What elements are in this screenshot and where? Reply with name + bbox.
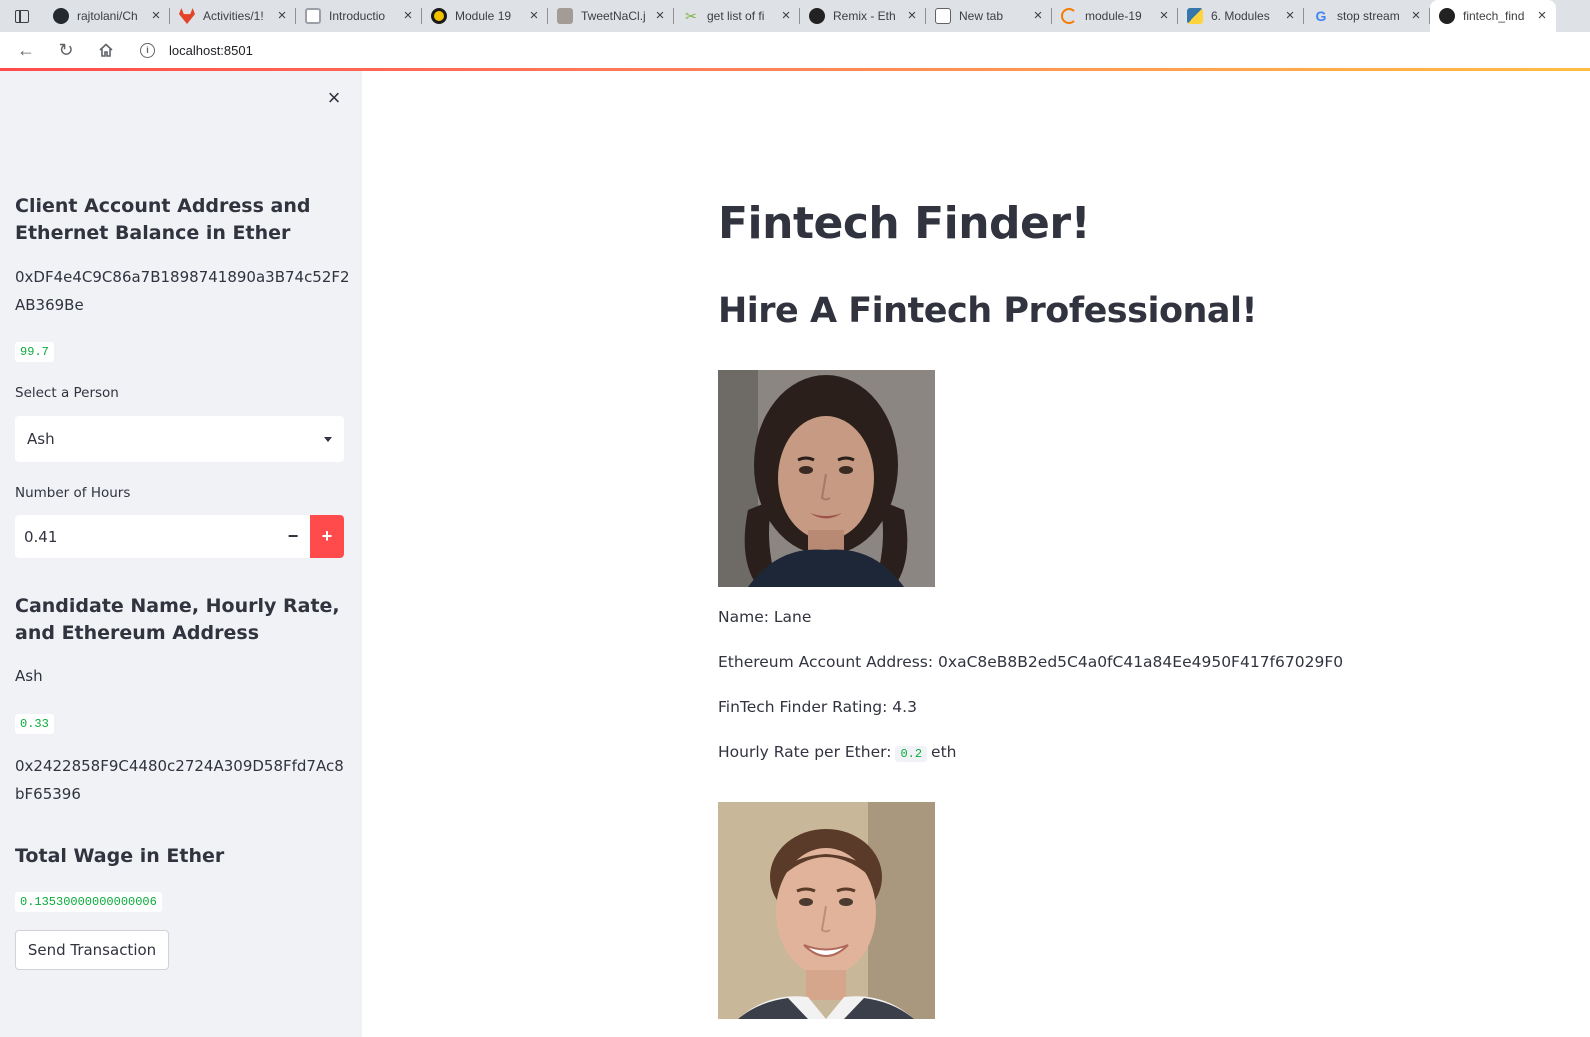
browser-tab[interactable]: ✂ get list of fi × bbox=[674, 0, 800, 32]
increment-button[interactable]: + bbox=[310, 515, 344, 558]
tab-title: Introductio bbox=[329, 9, 386, 23]
hours-input[interactable]: 0.41 bbox=[15, 515, 276, 558]
candidate-name-line: Name: Lane bbox=[718, 608, 812, 626]
tab-close-icon[interactable]: × bbox=[1534, 8, 1550, 24]
address-bar[interactable]: i localhost:8501 bbox=[134, 36, 1570, 64]
candidate-photo-image bbox=[718, 370, 935, 587]
tab-title: rajtolani/Ch bbox=[77, 9, 138, 23]
page-title: Fintech Finder! bbox=[718, 198, 1091, 249]
candidate-photo bbox=[718, 370, 935, 587]
tab-close-icon[interactable]: × bbox=[148, 8, 164, 24]
back-button[interactable]: ← bbox=[12, 36, 40, 64]
candidate-heading: Candidate Name, Hourly Rate, and Ethereu… bbox=[15, 595, 340, 644]
candidate-photo bbox=[718, 802, 935, 1019]
candidate-name: Ash bbox=[15, 667, 43, 685]
browser-tab[interactable]: G stop stream × bbox=[1304, 0, 1430, 32]
browser-tab[interactable]: Module 19 × bbox=[422, 0, 548, 32]
decrement-button[interactable]: − bbox=[276, 515, 310, 558]
remix-icon bbox=[809, 8, 825, 24]
browser-tab-active[interactable]: fintech_find × bbox=[1430, 0, 1556, 32]
reload-button[interactable]: ↻ bbox=[52, 36, 80, 64]
client-balance: 99.7 bbox=[15, 342, 54, 362]
main-content: Fintech Finder! Hire A Fintech Professio… bbox=[362, 71, 1590, 1037]
google-icon: G bbox=[1315, 8, 1327, 24]
candidate-address: 0x2422858F9C4480c2724A309D58Ffd7Ac8bF653… bbox=[15, 757, 344, 803]
rate-value: 0.2 bbox=[895, 746, 928, 762]
tab-title: module-19 bbox=[1085, 9, 1142, 23]
tab-close-icon[interactable]: × bbox=[778, 8, 794, 24]
browser-tab[interactable]: Activities/1! × bbox=[170, 0, 296, 32]
select-person-dropdown[interactable]: Ash bbox=[15, 416, 344, 462]
rate-suffix: eth bbox=[931, 743, 957, 761]
tab-title: fintech_find bbox=[1463, 9, 1525, 23]
image-icon bbox=[557, 8, 573, 24]
home-button[interactable] bbox=[92, 36, 120, 64]
total-wage-heading: Total Wage in Ether bbox=[15, 845, 225, 867]
tab-search-button[interactable] bbox=[0, 0, 44, 32]
select-person-value: Ash bbox=[27, 430, 55, 448]
select-person-label: Select a Person bbox=[15, 385, 119, 401]
sidebar: × Client Account Address and Ethernet Ba… bbox=[0, 71, 362, 1037]
tab-close-icon[interactable]: × bbox=[400, 8, 416, 24]
tab-title: 6. Modules bbox=[1211, 9, 1270, 23]
arrow-left-icon: ← bbox=[17, 39, 35, 60]
tab-close-icon[interactable]: × bbox=[1282, 8, 1298, 24]
gitlab-icon bbox=[179, 8, 195, 24]
candidate-rating-line: FinTech Finder Rating: 4.3 bbox=[718, 698, 917, 716]
total-wage-value: 0.13530000000000006 bbox=[15, 892, 162, 912]
home-icon bbox=[99, 43, 113, 57]
browser-tab[interactable]: module-19 × bbox=[1052, 0, 1178, 32]
reload-icon: ↻ bbox=[58, 39, 74, 60]
candidate-rate-line: Hourly Rate per Ether: 0.2 eth bbox=[718, 743, 957, 762]
tab-close-icon[interactable]: × bbox=[1156, 8, 1172, 24]
tab-title: stop stream bbox=[1337, 9, 1400, 23]
tab-close-icon[interactable]: × bbox=[1030, 8, 1046, 24]
loading-icon bbox=[1061, 8, 1077, 24]
page-subtitle: Hire A Fintech Professional! bbox=[718, 291, 1258, 331]
site-info-icon[interactable]: i bbox=[140, 42, 155, 58]
url-text: localhost:8501 bbox=[169, 42, 253, 58]
tab-title: Activities/1! bbox=[203, 9, 264, 23]
document-icon bbox=[305, 8, 321, 24]
newtab-icon bbox=[935, 8, 951, 24]
browser-tab[interactable]: TweetNaCl.j × bbox=[548, 0, 674, 32]
candidate-photo-image bbox=[718, 802, 935, 1019]
tab-close-icon[interactable]: × bbox=[904, 8, 920, 24]
tab-title: get list of fi bbox=[707, 9, 765, 23]
tab-title: Module 19 bbox=[455, 9, 512, 23]
tab-close-icon[interactable]: × bbox=[1408, 8, 1424, 24]
tab-actions-icon bbox=[15, 9, 29, 23]
tab-close-icon[interactable]: × bbox=[526, 8, 542, 24]
minus-icon: − bbox=[287, 526, 299, 546]
browser-tab[interactable]: New tab × bbox=[926, 0, 1052, 32]
tab-close-icon[interactable]: × bbox=[274, 8, 290, 24]
client-address: 0xDF4e4C9C86a7B1898741890a3B74c52F2AB369… bbox=[15, 268, 350, 314]
browser-tab-strip: rajtolani/Ch × Activities/1! × Introduct… bbox=[0, 0, 1590, 32]
browser-tab[interactable]: 6. Modules × bbox=[1178, 0, 1304, 32]
scissors-icon: ✂ bbox=[685, 8, 697, 24]
browser-tab[interactable]: Introductio × bbox=[296, 0, 422, 32]
send-transaction-button[interactable]: Send Transaction bbox=[15, 930, 169, 970]
candidate-address-line: Ethereum Account Address: 0xaC8eB8B2ed5C… bbox=[718, 653, 1344, 671]
tab-close-icon[interactable]: × bbox=[652, 8, 668, 24]
close-icon: × bbox=[327, 85, 341, 110]
sidebar-close-button[interactable]: × bbox=[322, 86, 346, 110]
tab-title: New tab bbox=[959, 9, 1004, 23]
hours-label: Number of Hours bbox=[15, 485, 131, 501]
github-icon bbox=[53, 8, 69, 24]
tab-title: TweetNaCl.j bbox=[581, 9, 646, 23]
browser-toolbar: ← ↻ i localhost:8501 bbox=[0, 32, 1590, 68]
caret-down-icon bbox=[324, 436, 332, 442]
browser-tab[interactable]: Remix - Eth × bbox=[800, 0, 926, 32]
hours-number-input: 0.41 − + bbox=[15, 515, 344, 558]
tab-title: Remix - Eth bbox=[833, 9, 896, 23]
client-account-heading: Client Account Address and Ethernet Bala… bbox=[15, 195, 311, 244]
course-icon bbox=[431, 8, 447, 24]
candidate-rate: 0.33 bbox=[15, 714, 54, 734]
rate-prefix: Hourly Rate per Ether: bbox=[718, 743, 892, 761]
plus-icon: + bbox=[321, 526, 333, 546]
browser-tab[interactable]: rajtolani/Ch × bbox=[44, 0, 170, 32]
python-icon bbox=[1187, 8, 1203, 24]
streamlit-icon bbox=[1439, 8, 1455, 24]
